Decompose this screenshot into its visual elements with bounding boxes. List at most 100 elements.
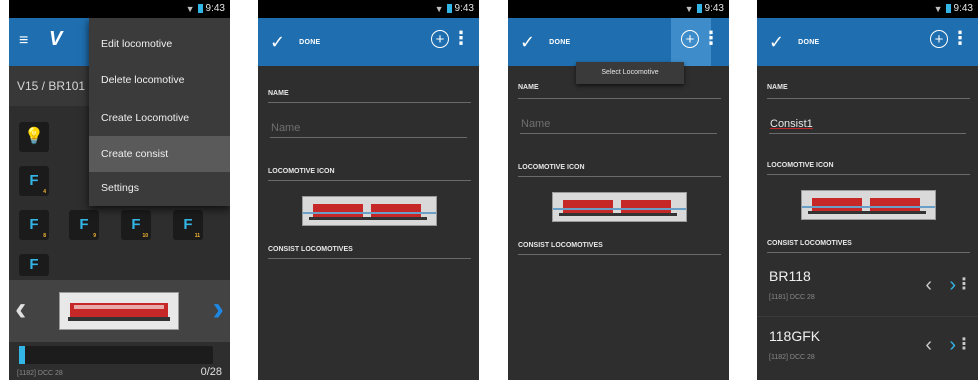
- menu-item-delete-locomotive[interactable]: Delete locomotive: [89, 62, 230, 98]
- check-icon: ✓: [270, 32, 286, 52]
- chevron-left-icon[interactable]: ‹: [925, 334, 932, 357]
- light-function-button[interactable]: 💡: [19, 122, 49, 152]
- consist-list-item[interactable]: BR118 [1181] DCC 28 ‹ › ⋮: [757, 258, 978, 316]
- address-info: [1182] DCC 28: [17, 370, 63, 377]
- more-options-icon[interactable]: ⋮: [951, 28, 969, 49]
- locomotive-title: V15 / BR101: [17, 79, 86, 93]
- done-button[interactable]: ✓ DONE: [270, 32, 321, 53]
- speed-slider-thumb[interactable]: [19, 346, 25, 364]
- wifi-icon: ▼: [434, 3, 444, 14]
- status-time: 9:43: [953, 3, 973, 14]
- consist-item-name: 118GFK: [769, 328, 821, 344]
- function-button-extra[interactable]: F: [19, 254, 49, 276]
- locomotive-icon-label: LOCOMOTIVE ICON: [518, 164, 585, 171]
- speed-slider[interactable]: [19, 346, 213, 364]
- overflow-menu: Edit locomotive Delete locomotive Create…: [89, 18, 230, 206]
- divider: [518, 98, 721, 99]
- previous-locomotive-button[interactable]: ‹: [15, 290, 26, 329]
- status-bar: ▼ 9:43: [757, 0, 978, 18]
- function-button-11[interactable]: F 11: [173, 210, 203, 240]
- status-bar: ▼ 9:43: [258, 0, 479, 18]
- name-input-underline: [520, 133, 717, 134]
- speed-step-readout: 0/28: [200, 366, 222, 378]
- name-label: NAME: [767, 84, 788, 91]
- name-label: NAME: [268, 90, 289, 97]
- consist-item-address: [1182] DCC 28: [769, 354, 815, 361]
- add-locomotive-button[interactable]: +: [431, 30, 449, 48]
- more-options-icon[interactable]: ⋮: [702, 28, 720, 49]
- menu-item-create-consist[interactable]: Create consist: [89, 136, 230, 172]
- chevron-right-icon[interactable]: ›: [949, 274, 956, 297]
- battery-icon: [696, 4, 702, 13]
- divider: [767, 98, 970, 99]
- chevron-right-icon[interactable]: ›: [949, 334, 956, 357]
- chevron-left-icon[interactable]: ‹: [925, 274, 932, 297]
- list-divider: [757, 316, 978, 317]
- done-label: DONE: [798, 39, 820, 46]
- consist-locomotives-label: CONSIST LOCOMOTIVES: [518, 242, 603, 249]
- consist-locomotives-label: CONSIST LOCOMOTIVES: [767, 240, 852, 247]
- more-options-icon[interactable]: ⋮: [452, 28, 470, 49]
- check-icon: ✓: [520, 32, 536, 52]
- name-input[interactable]: Consist1: [770, 118, 813, 130]
- name-input[interactable]: Name: [521, 118, 550, 130]
- divider: [268, 258, 471, 259]
- divider: [268, 180, 471, 181]
- locomotive-icon-image[interactable]: [552, 192, 687, 222]
- consist-locomotives-label: CONSIST LOCOMOTIVES: [268, 246, 353, 253]
- phone-screen-create-consist: ▼ 9:43 ✓ DONE + ⋮ NAME Name LOCOMOTIVE ICO…: [258, 0, 479, 380]
- menu-item-create-locomotive[interactable]: Create Locomotive: [89, 100, 230, 136]
- done-button[interactable]: ✓ DONE: [769, 32, 820, 53]
- add-locomotive-button[interactable]: +: [681, 30, 699, 48]
- function-button-9[interactable]: F9: [69, 210, 99, 240]
- check-icon: ✓: [769, 32, 785, 52]
- app-logo-icon: V: [49, 28, 63, 50]
- locomotive-icon-image[interactable]: [801, 190, 936, 220]
- menu-item-settings[interactable]: Settings: [89, 170, 230, 206]
- menu-icon[interactable]: ≡: [19, 32, 28, 50]
- function-button-4[interactable]: F4: [19, 166, 49, 196]
- function-button-8[interactable]: F8: [19, 210, 49, 240]
- status-time: 9:43: [454, 3, 474, 14]
- name-label: NAME: [518, 84, 539, 91]
- battery-icon: [197, 4, 203, 13]
- action-bar: ✓ DONE + ⋮: [757, 18, 978, 66]
- add-locomotive-button[interactable]: +: [930, 30, 948, 48]
- item-more-icon[interactable]: ⋮: [956, 334, 972, 354]
- action-bar: ✓ DONE + ⋮: [508, 18, 729, 66]
- phone-screen-select-locomotive-hint: ▼ 9:43 ✓ DONE + ⋮ NAME Name LOCOMOTIVE ICO…: [508, 0, 729, 380]
- battery-icon: [945, 4, 951, 13]
- function-button-10[interactable]: F 10: [121, 210, 151, 240]
- next-locomotive-button[interactable]: ›: [213, 290, 224, 329]
- wifi-icon: ▼: [933, 3, 943, 14]
- divider: [518, 176, 721, 177]
- locomotive-icon-label: LOCOMOTIVE ICON: [268, 168, 335, 175]
- name-input-underline: [769, 133, 966, 134]
- divider: [767, 252, 970, 253]
- menu-item-edit-locomotive[interactable]: Edit locomotive: [89, 26, 230, 62]
- done-label: DONE: [549, 39, 571, 46]
- status-time: 9:43: [704, 3, 724, 14]
- status-time: 9:43: [205, 3, 225, 14]
- name-input[interactable]: Name: [271, 122, 300, 134]
- done-label: DONE: [299, 39, 321, 46]
- status-bar: ▼ 9:43: [508, 0, 729, 18]
- locomotive-icon-image[interactable]: [302, 196, 437, 226]
- item-more-icon[interactable]: ⋮: [956, 274, 972, 294]
- wifi-icon: ▼: [684, 3, 694, 14]
- select-locomotive-tooltip: Select Locomotive: [576, 62, 684, 84]
- done-button[interactable]: ✓ DONE: [520, 32, 571, 53]
- divider: [268, 102, 471, 103]
- battery-icon: [446, 4, 452, 13]
- phone-screen-locomotive-control: ▼ 9:43 ≡ V V15 / BR101 💡 F4 F8 F9 F 10 F 11…: [9, 0, 230, 380]
- consist-list-item[interactable]: 118GFK [1182] DCC 28 ‹ › ⋮: [757, 318, 978, 376]
- locomotive-image: [59, 292, 179, 330]
- consist-item-name: BR118: [769, 268, 811, 284]
- status-bar: ▼ 9:43: [9, 0, 230, 18]
- bulb-icon: 💡: [24, 128, 44, 145]
- name-input-underline: [270, 137, 467, 138]
- wifi-icon: ▼: [185, 3, 195, 14]
- divider: [518, 254, 721, 255]
- action-bar: ✓ DONE + ⋮: [258, 18, 479, 66]
- phone-screen-consist-filled: ▼ 9:43 ✓ DONE + ⋮ NAME Consist1 LOCOMOTIVE…: [757, 0, 978, 380]
